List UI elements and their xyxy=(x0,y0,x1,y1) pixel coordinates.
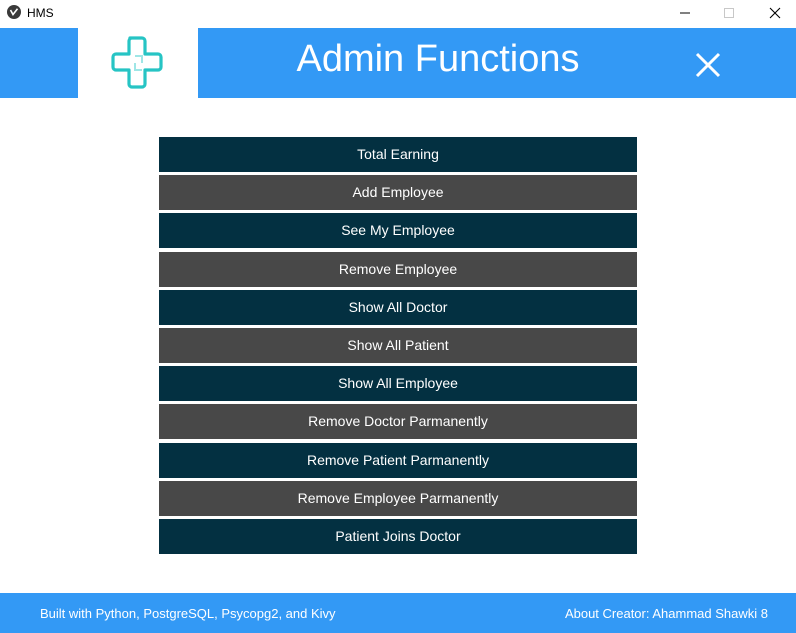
app-icon xyxy=(7,5,21,19)
show-all-doctor-button[interactable]: Show All Doctor xyxy=(159,289,637,325)
window-close-icon xyxy=(769,7,781,19)
app-footer: Built with Python, PostgreSQL, Psycopg2,… xyxy=(0,593,796,633)
footer-built-with: Built with Python, PostgreSQL, Psycopg2,… xyxy=(40,606,336,621)
close-icon xyxy=(695,52,721,78)
maximize-button[interactable] xyxy=(706,0,752,26)
about-creator-link[interactable]: About Creator: Ahammad Shawki 8 xyxy=(565,606,768,621)
page-title: Admin Functions xyxy=(296,38,580,80)
minimize-button[interactable] xyxy=(662,0,708,26)
remove-doctor-button[interactable]: Remove Doctor Parmanently xyxy=(159,404,637,440)
window-titlebar: HMS xyxy=(0,0,796,28)
see-my-employee-button[interactable]: See My Employee xyxy=(159,213,637,249)
total-earning-button[interactable]: Total Earning xyxy=(159,137,637,172)
admin-menu: Total Earning Add Employee See My Employ… xyxy=(159,137,637,557)
window-close-button[interactable] xyxy=(752,0,796,26)
close-button[interactable] xyxy=(690,46,726,82)
maximize-icon xyxy=(724,8,734,18)
add-employee-button[interactable]: Add Employee xyxy=(159,175,637,211)
patient-joins-doctor-button[interactable]: Patient Joins Doctor xyxy=(159,518,637,554)
remove-employee-permanently-button[interactable]: Remove Employee Parmanently xyxy=(159,480,637,516)
show-all-patient-button[interactable]: Show All Patient xyxy=(159,327,637,363)
remove-employee-button[interactable]: Remove Employee xyxy=(159,251,637,287)
show-all-employee-button[interactable]: Show All Employee xyxy=(159,366,637,402)
window-title: HMS xyxy=(27,6,54,20)
app-header: Admin Functions xyxy=(0,28,796,98)
medical-cross-icon xyxy=(111,36,163,89)
remove-patient-button[interactable]: Remove Patient Parmanently xyxy=(159,442,637,478)
minimize-icon xyxy=(680,12,690,14)
logo xyxy=(78,28,198,98)
